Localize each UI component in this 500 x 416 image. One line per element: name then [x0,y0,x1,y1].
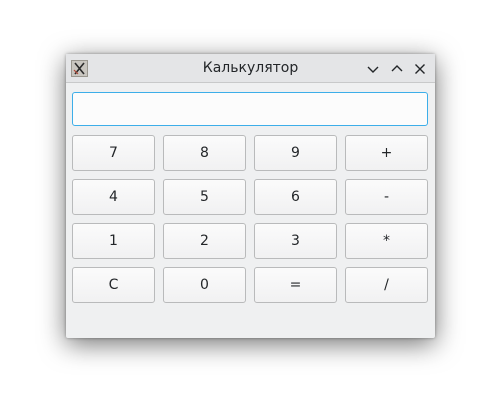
key-minus[interactable]: - [345,179,428,215]
key-9[interactable]: 9 [254,135,337,171]
key-6[interactable]: 6 [254,179,337,215]
close-icon[interactable] [412,61,428,77]
key-0[interactable]: 0 [163,267,246,303]
key-clear[interactable]: C [72,267,155,303]
display-input[interactable] [72,92,428,126]
key-plus[interactable]: + [345,135,428,171]
key-8[interactable]: 8 [163,135,246,171]
keypad: 7 8 9 + 4 5 6 - 1 2 3 * C 0 = / [72,135,428,303]
key-3[interactable]: 3 [254,223,337,259]
minimize-icon[interactable] [365,61,381,77]
maximize-icon[interactable] [389,61,405,77]
key-1[interactable]: 1 [72,223,155,259]
app-icon[interactable] [71,60,88,77]
key-4[interactable]: 4 [72,179,155,215]
key-2[interactable]: 2 [163,223,246,259]
titlebar[interactable]: Калькулятор [66,54,435,83]
calculator-window: Калькулятор 7 8 9 + 4 5 6 - 1 2 3 * C 0 … [66,54,435,338]
key-5[interactable]: 5 [163,179,246,215]
key-multiply[interactable]: * [345,223,428,259]
key-equals[interactable]: = [254,267,337,303]
key-7[interactable]: 7 [72,135,155,171]
key-divide[interactable]: / [345,267,428,303]
window-title: Калькулятор [202,60,299,76]
